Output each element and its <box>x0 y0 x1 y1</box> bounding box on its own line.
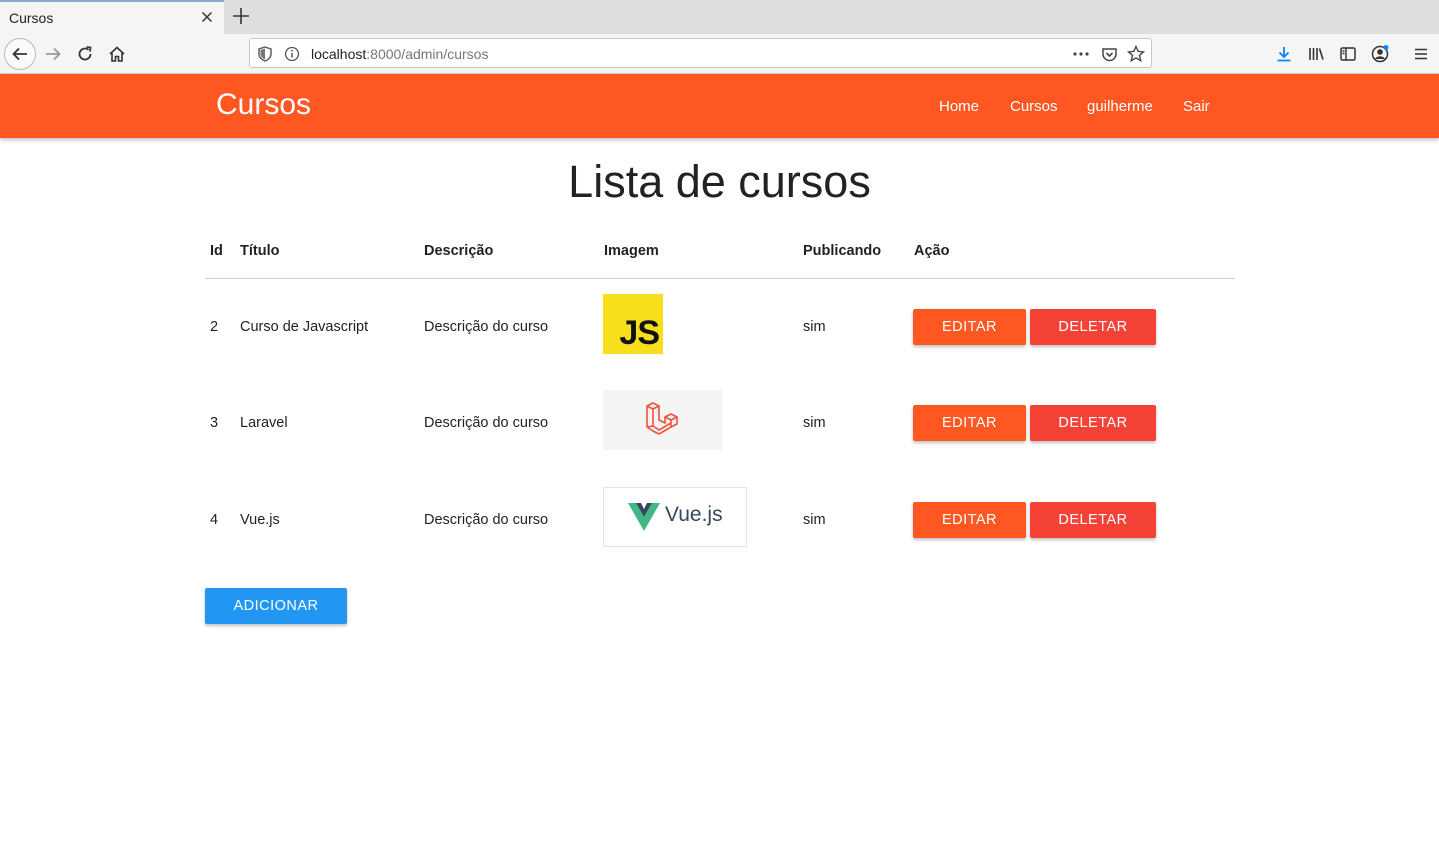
cell-titulo: Vue.js <box>240 512 280 528</box>
column-header-titulo: Título <box>240 243 280 259</box>
cell-publicando: sim <box>803 415 826 431</box>
home-icon[interactable] <box>101 38 133 70</box>
js-logo-image: JS <box>603 294 663 354</box>
menu-icon[interactable] <box>1405 38 1437 70</box>
brand-title[interactable]: Cursos <box>216 88 311 122</box>
laravel-logo-icon <box>646 402 678 435</box>
vue-logo-image: Vue.js <box>603 487 747 547</box>
edit-button[interactable]: EDITAR <box>913 405 1026 441</box>
account-icon[interactable] <box>1364 38 1396 70</box>
bookmark-star-icon[interactable] <box>1127 45 1145 63</box>
edit-button[interactable]: EDITAR <box>913 502 1026 538</box>
more-actions-icon[interactable] <box>1072 45 1090 63</box>
nav-link-sair[interactable]: Sair <box>1183 98 1210 115</box>
delete-button[interactable]: DELETAR <box>1030 309 1156 345</box>
new-tab-icon[interactable] <box>231 6 251 26</box>
pocket-icon[interactable] <box>1100 45 1118 63</box>
nav-link-cursos[interactable]: Cursos <box>1010 98 1058 115</box>
cell-descricao: Descrição do curso <box>424 319 549 335</box>
header-divider <box>205 278 1235 279</box>
cell-descricao: Descrição do curso <box>424 512 549 528</box>
browser-tabstrip: Cursos <box>0 0 1439 34</box>
column-header-acao: Ação <box>914 243 950 259</box>
column-header-descricao: Descrição <box>424 243 494 259</box>
laravel-logo-image <box>603 390 722 450</box>
browser-tab[interactable]: Cursos <box>0 0 224 34</box>
delete-button[interactable]: DELETAR <box>1030 502 1156 538</box>
delete-button[interactable]: DELETAR <box>1030 405 1156 441</box>
nav-link-user[interactable]: guilherme <box>1087 98 1153 115</box>
cell-id: 4 <box>210 512 219 528</box>
cell-descricao: Descrição do curso <box>424 415 549 431</box>
cell-publicando: sim <box>803 319 826 335</box>
sidebar-icon[interactable] <box>1332 38 1364 70</box>
reload-icon[interactable] <box>69 38 101 70</box>
js-logo-text: JS <box>619 314 660 352</box>
url-text[interactable]: localhost:8000/admin/cursos <box>311 46 488 62</box>
cell-id: 3 <box>210 415 219 431</box>
library-icon[interactable] <box>1300 38 1332 70</box>
url-host: localhost <box>311 46 367 62</box>
back-arrow-icon[interactable] <box>4 38 36 70</box>
vue-logo-text: Vue.js <box>665 503 723 526</box>
cell-titulo: Laravel <box>240 415 288 431</box>
url-path: :8000/admin/cursos <box>366 46 489 62</box>
shield-icon[interactable] <box>256 45 274 63</box>
forward-arrow-icon[interactable] <box>37 38 69 70</box>
add-course-button[interactable]: ADICIONAR <box>205 588 347 624</box>
browser-navbar: localhost:8000/admin/cursos <box>0 34 1439 74</box>
app-toolbar: Cursos Home Cursos guilherme Sair <box>0 74 1439 138</box>
download-icon[interactable] <box>1268 38 1300 70</box>
cell-id: 2 <box>210 319 219 335</box>
column-header-imagem: Imagem <box>604 243 659 259</box>
nav-link-home[interactable]: Home <box>939 98 979 115</box>
address-bar[interactable]: localhost:8000/admin/cursos <box>249 38 1152 68</box>
info-icon[interactable] <box>283 45 301 63</box>
cell-titulo: Curso de Javascript <box>240 319 369 335</box>
cell-publicando: sim <box>803 512 826 528</box>
column-header-id: Id <box>210 243 223 259</box>
edit-button[interactable]: EDITAR <box>913 309 1026 345</box>
vue-logo-icon <box>628 503 660 531</box>
tab-title: Cursos <box>9 10 54 26</box>
close-icon[interactable] <box>199 9 215 25</box>
column-header-publicando: Publicando <box>803 243 882 259</box>
page-title: Lista de cursos <box>568 156 871 207</box>
